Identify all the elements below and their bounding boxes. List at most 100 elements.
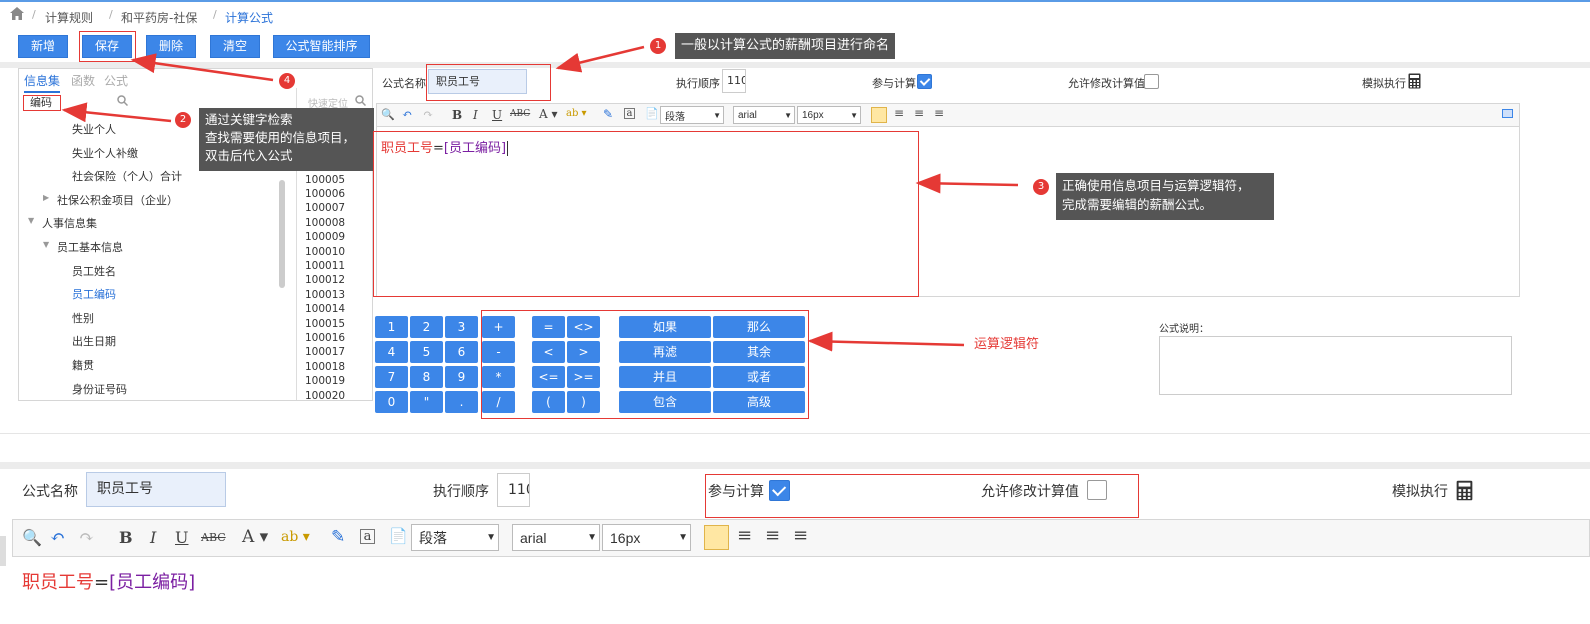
- breadcrumb-item-pharmacy[interactable]: 和平药房-社保: [121, 9, 197, 26]
- keypad-number-key[interactable]: 3: [445, 316, 478, 338]
- tree-item[interactable]: 失业个人补缴: [72, 145, 138, 161]
- code-item[interactable]: 100013: [305, 289, 345, 301]
- zoom-strikethrough-icon[interactable]: ABC: [201, 531, 226, 544]
- keypad-number-key[interactable]: 8: [410, 366, 443, 388]
- execution-order-input[interactable]: 110: [722, 69, 746, 93]
- tree-scrollbar[interactable]: [279, 180, 285, 288]
- underline-icon[interactable]: U: [492, 108, 502, 122]
- zoom-undo-icon[interactable]: ↶: [50, 527, 65, 548]
- keypad-number-key[interactable]: ": [410, 391, 443, 413]
- zoom-align-left-icon[interactable]: [704, 525, 729, 550]
- code-item[interactable]: 100014: [305, 303, 345, 315]
- tree-item[interactable]: 社会保险（个人）合计: [72, 168, 182, 184]
- zoom-paragraph-select[interactable]: 段落 ▼: [411, 524, 499, 551]
- zoom-redo-icon[interactable]: ↷: [79, 527, 94, 548]
- keypad-number-key[interactable]: 9: [445, 366, 478, 388]
- formula-content[interactable]: 职员工号=[员工编码]: [381, 137, 509, 156]
- keypad-number-key[interactable]: .: [445, 391, 478, 413]
- code-item[interactable]: 100017: [305, 346, 345, 358]
- search-input[interactable]: 编码: [23, 95, 61, 111]
- zoom-allow-modify-checkbox[interactable]: [1087, 480, 1107, 500]
- tree-item[interactable]: 籍贯: [72, 357, 94, 373]
- zoom-find-replace-icon[interactable]: 🔍: [22, 528, 42, 547]
- font-size-select[interactable]: 16px ▼: [797, 106, 861, 124]
- tab-formulas[interactable]: 公式: [104, 72, 128, 89]
- zoom-font-color-icon[interactable]: A ▾: [242, 527, 268, 547]
- zoom-bold-icon[interactable]: B: [119, 528, 133, 547]
- search-icon[interactable]: [117, 95, 129, 109]
- delete-button[interactable]: 删除: [146, 35, 196, 58]
- align-right-icon[interactable]: ≡: [914, 106, 924, 120]
- tree-item[interactable]: 员工姓名: [72, 263, 116, 279]
- tree-item[interactable]: 失业个人: [72, 121, 116, 137]
- zoom-eraser-icon[interactable]: ✎: [331, 527, 345, 547]
- tree-item[interactable]: 人事信息集: [42, 215, 97, 231]
- code-item[interactable]: 100005: [305, 174, 345, 186]
- code-item[interactable]: 100018: [305, 361, 345, 373]
- document-icon[interactable]: 📄: [645, 107, 659, 120]
- code-item[interactable]: 100015: [305, 318, 345, 330]
- align-justify-icon[interactable]: ≡: [934, 106, 944, 120]
- keypad-number-key[interactable]: 1: [375, 316, 408, 338]
- zoom-formula-name-input[interactable]: 职员工号: [86, 472, 226, 507]
- code-item[interactable]: 100012: [305, 274, 345, 286]
- participate-calc-checkbox[interactable]: [917, 74, 932, 89]
- eraser-icon[interactable]: ✎: [603, 107, 613, 121]
- bold-icon[interactable]: B: [452, 108, 462, 122]
- tab-infoset[interactable]: 信息集: [24, 72, 61, 93]
- zoom-highlight-color-icon[interactable]: ab ▾: [281, 529, 310, 545]
- keypad-number-key[interactable]: 0: [375, 391, 408, 413]
- zoom-align-center-icon[interactable]: ≡: [737, 525, 752, 546]
- code-item[interactable]: 100019: [305, 375, 345, 387]
- keypad-number-key[interactable]: 6: [445, 341, 478, 363]
- zoom-font-size-select[interactable]: 16px ▼: [602, 524, 691, 551]
- allow-modify-checkbox[interactable]: [1144, 74, 1159, 89]
- quick-locate-search-icon[interactable]: [355, 95, 367, 109]
- tree-item[interactable]: 社保公积金项目（企业）: [57, 192, 178, 208]
- breadcrumb-item-rules[interactable]: 计算规则: [45, 9, 93, 26]
- align-left-icon[interactable]: [871, 107, 887, 123]
- redo-icon[interactable]: ↷: [423, 107, 433, 121]
- align-center-icon[interactable]: ≡: [894, 106, 904, 120]
- code-item[interactable]: 100016: [305, 332, 345, 344]
- keypad-number-key[interactable]: 4: [375, 341, 408, 363]
- home-icon[interactable]: [10, 7, 24, 23]
- zoom-font-family-select[interactable]: arial ▼: [512, 524, 600, 551]
- calculator-icon[interactable]: [1408, 73, 1421, 92]
- tree-item[interactable]: 员工基本信息: [57, 239, 123, 255]
- tree-item[interactable]: 身份证号码: [72, 381, 127, 397]
- formula-description-textarea[interactable]: [1159, 336, 1512, 395]
- keypad-number-key[interactable]: 5: [410, 341, 443, 363]
- zoom-underline-icon[interactable]: U: [175, 528, 188, 547]
- save-button[interactable]: 保存: [82, 35, 132, 58]
- new-button[interactable]: 新增: [18, 35, 68, 58]
- tree-expand-icon[interactable]: ▼: [43, 240, 49, 249]
- tree-item[interactable]: 员工编码: [72, 286, 116, 302]
- formula-name-input[interactable]: 职员工号: [428, 69, 527, 94]
- zoom-document-icon[interactable]: 📄: [389, 527, 408, 545]
- code-item[interactable]: 100010: [305, 246, 345, 258]
- tree-expand-icon[interactable]: ▼: [28, 216, 34, 225]
- fullscreen-icon[interactable]: [1502, 109, 1513, 118]
- paragraph-select[interactable]: 段落 ▼: [660, 106, 724, 124]
- font-color-icon[interactable]: A ▾: [539, 107, 558, 121]
- insert-anchor-icon[interactable]: a: [624, 108, 635, 119]
- zoom-italic-icon[interactable]: I: [150, 528, 156, 547]
- font-family-select[interactable]: arial ▼: [733, 106, 795, 124]
- highlight-color-icon[interactable]: ab ▾: [566, 108, 587, 119]
- zoom-insert-anchor-icon[interactable]: a: [360, 529, 375, 544]
- zoom-calculator-icon[interactable]: [1456, 480, 1473, 504]
- keypad-number-key[interactable]: 2: [410, 316, 443, 338]
- code-item[interactable]: 100011: [305, 260, 345, 272]
- zoom-participate-calc-checkbox[interactable]: [769, 480, 790, 501]
- zoom-formula-content[interactable]: 职员工号=[员工编码]: [22, 568, 195, 594]
- code-item[interactable]: 100008: [305, 217, 345, 229]
- clear-button[interactable]: 清空: [210, 35, 260, 58]
- tab-functions[interactable]: 函数: [71, 72, 95, 89]
- zoom-align-justify-icon[interactable]: ≡: [793, 525, 808, 546]
- undo-icon[interactable]: ↶: [402, 107, 412, 121]
- italic-icon[interactable]: I: [473, 108, 478, 122]
- tree-item[interactable]: 性别: [72, 310, 94, 326]
- find-replace-icon[interactable]: 🔍: [381, 108, 395, 121]
- tree-item[interactable]: 出生日期: [72, 333, 116, 349]
